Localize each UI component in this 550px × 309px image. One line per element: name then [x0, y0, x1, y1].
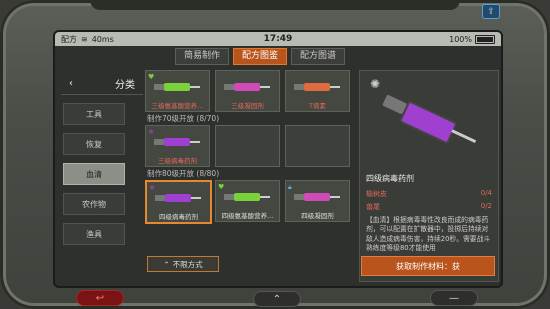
recipe-label: 四级凝固剂 [301, 212, 334, 220]
chevron-up-icon: ⌃ [163, 259, 170, 269]
menu-icon: — [449, 292, 459, 304]
recipe-slot[interactable]: ♥ 四级氨基酸营养... [215, 180, 280, 222]
syringe-icon [154, 81, 200, 93]
status-bar: 配方 ≋ 40ms 17:49 100% [55, 32, 501, 46]
recipe-slot[interactable]: ⚛ 三级病毒药剂 [145, 125, 210, 167]
syringe-icon [224, 191, 270, 203]
empty-slot [215, 125, 280, 167]
back-arrow-icon: ↩ [95, 292, 105, 304]
chevron-left-icon[interactable]: ‹ [69, 78, 73, 89]
unlimited-mode-label: 不限方式 [172, 259, 203, 269]
recipe-label: 三级凝固剂 [231, 102, 264, 110]
material-name: 榆树皮 [366, 190, 387, 198]
recipe-label: 三级病毒药剂 [158, 157, 197, 165]
material-count: 0/2 [480, 202, 492, 210]
sidebar-item-serum[interactable]: 血清 [63, 163, 125, 185]
clock: 17:49 [263, 34, 293, 44]
syringe-icon [155, 192, 201, 204]
empty-slot [285, 125, 350, 167]
heart-icon: ♥ [148, 73, 155, 81]
recipe-slot[interactable]: 🔒︎ 四级凝固剂 [285, 180, 350, 222]
recipe-title: 四级病毒药剂 [366, 174, 414, 183]
recipe-label: 四级病毒药剂 [159, 213, 198, 221]
recipe-slot[interactable]: ♥ 三级氨基酸营养... [145, 70, 210, 112]
battery-icon [475, 34, 495, 44]
lock-icon: 🔒︎ [288, 183, 292, 191]
home-button[interactable]: ⌃ [253, 291, 301, 307]
material-count: 0/4 [480, 189, 492, 197]
tab-simple-craft[interactable]: 简易制作 [175, 48, 230, 65]
game-screen: 配方 ≋ 40ms 17:49 100% 简易制作 配方图鉴 配方图谱 ‹ 分类… [53, 30, 503, 288]
syringe-icon [294, 81, 340, 93]
syringe-icon [224, 81, 270, 93]
tab-recipe-codex[interactable]: 配方图鉴 [233, 48, 288, 65]
recipe-label: T病素 [309, 102, 326, 110]
recipe-description: 【血清】根据病毒毒性改良而成的病毒药剂，可以配置在扩散器中，投掷后持续对敌人造成… [366, 216, 491, 253]
sidebar-header: ‹ 分类 [61, 72, 143, 95]
device-frame: ⇪ 配方 ≋ 40ms 17:49 100% 简易制作 配方图鉴 配方图谱 ‹ … [0, 0, 550, 309]
tab-recipe-map[interactable]: 配方图谱 [291, 48, 346, 65]
section-80-header: 制作80级开放 (8/80) [147, 169, 220, 178]
recipe-slot-selected[interactable]: ⚛ 四级病毒药剂 [145, 180, 212, 224]
back-button[interactable]: ↩ [76, 290, 124, 306]
material-name: 兽尾 [366, 203, 380, 211]
virus-icon: ⚛ [148, 128, 155, 136]
get-materials-button[interactable]: 获取制作材料：获 [361, 256, 495, 276]
syringe-preview-icon [376, 82, 484, 161]
sidebar-title: 分类 [115, 79, 135, 91]
battery-percent: 100% [449, 34, 472, 44]
syringe-icon [154, 136, 200, 148]
recipe-label: 四级氨基酸营养... [221, 212, 274, 220]
recipe-label: 三级氨基酸营养... [151, 102, 204, 110]
gear-icon: ✺ [370, 77, 381, 91]
recipe-detail-panel: ✺ 四级病毒药剂 榆树皮 0/4 兽尾 0/2 【血清】根据病毒毒性改良而成的病… [359, 70, 499, 282]
sidebar-item-tools[interactable]: 工具 [63, 103, 125, 125]
section-70-header: 制作70级开放 (8/70) [147, 114, 220, 123]
corner-share-icon[interactable]: ⇪ [482, 4, 500, 19]
recipe-slot[interactable]: T病素 [285, 70, 350, 112]
virus-icon: ⚛ [149, 184, 156, 192]
sidebar-item-crops[interactable]: 农作物 [63, 193, 125, 215]
recipe-tabs: 简易制作 配方图鉴 配方图谱 [175, 48, 346, 65]
material-row: 榆树皮 0/4 [366, 189, 492, 199]
category-sidebar: ‹ 分类 工具 恢复 血清 农作物 渔具 [61, 72, 143, 277]
recipe-slot[interactable]: 三级凝固剂 [215, 70, 280, 112]
sidebar-item-fishing[interactable]: 渔具 [63, 223, 125, 245]
frame-top-strip [90, 0, 460, 10]
recipe-grid: ♥ 三级氨基酸营养... 三级凝固剂 T病素 制作70级开放 (8/70) ⚛ … [145, 70, 355, 270]
syringe-icon [294, 191, 340, 203]
unlimited-mode-button[interactable]: ⌃ 不限方式 [147, 256, 219, 272]
material-row: 兽尾 0/2 [366, 202, 492, 212]
menu-button[interactable]: — [430, 290, 478, 306]
heart-icon: ♥ [218, 183, 225, 191]
sidebar-item-recovery[interactable]: 恢复 [63, 133, 125, 155]
home-arrow-icon: ⌃ [272, 293, 282, 305]
